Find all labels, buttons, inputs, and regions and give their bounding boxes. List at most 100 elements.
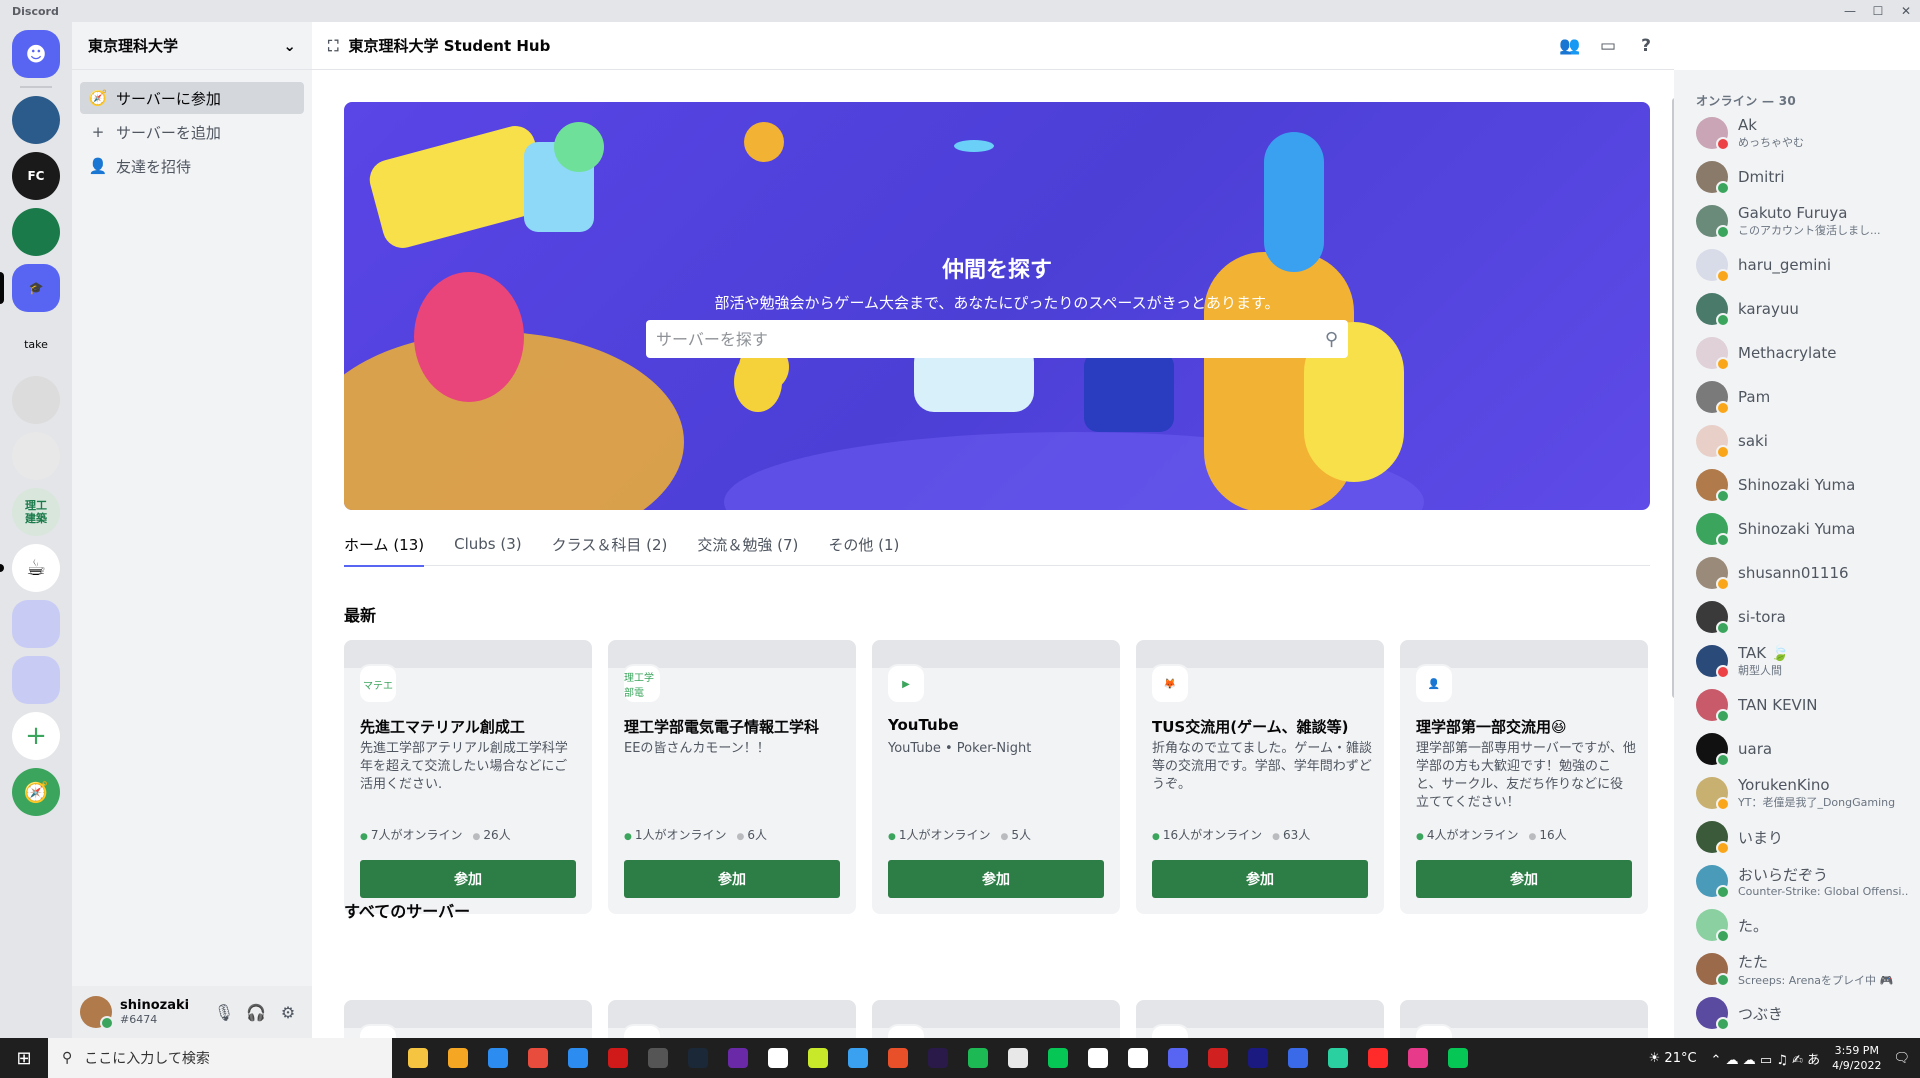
server-icon-server-fc[interactable]: FC	[12, 152, 60, 200]
nav-join-server[interactable]: 🧭 サーバーに参加	[80, 82, 304, 114]
taskbar-app-icon[interactable]	[878, 1038, 918, 1078]
search-icon[interactable]: ⚲	[1325, 329, 1338, 350]
member-item[interactable]: Ak めっちゃやむ	[1696, 111, 1912, 155]
taskbar-app-icon[interactable]	[558, 1038, 598, 1078]
tab-classes[interactable]: クラス＆科目 (2)	[552, 522, 668, 566]
avatar[interactable]	[80, 996, 114, 1030]
join-button[interactable]: 参加	[624, 860, 840, 898]
add-server-button[interactable]: +	[12, 712, 60, 760]
tab-social-study[interactable]: 交流＆勉強 (7)	[697, 522, 798, 566]
taskbar-app-icon[interactable]	[958, 1038, 998, 1078]
taskbar-app-icon[interactable]	[1158, 1038, 1198, 1078]
member-item[interactable]: shusann01116	[1696, 551, 1912, 595]
server-card[interactable]: 理工学部電理工学部電気電子情報工学科 EEの皆さんカモーン！！ 1人がオンライン 6人…	[608, 640, 856, 914]
member-item[interactable]: いまり	[1696, 815, 1912, 859]
help-icon[interactable]: ?	[1634, 34, 1658, 58]
gear-icon[interactable]: ⚙	[272, 1003, 304, 1022]
taskbar-app-icon[interactable]	[1318, 1038, 1358, 1078]
taskbar-app-icon[interactable]	[1358, 1038, 1398, 1078]
taskbar-app-icon[interactable]	[918, 1038, 958, 1078]
server-card[interactable]: マテエ 先進工マテリアル創成工 先進工学部アテリアル創成工学科学年を超えて交流したい…	[344, 640, 592, 914]
taskbar-app-icon[interactable]	[398, 1038, 438, 1078]
member-item[interactable]: TAK 🍃 朝型人間	[1696, 639, 1912, 683]
headphones-icon[interactable]: 🎧	[240, 1003, 272, 1022]
member-item[interactable]: た。	[1696, 903, 1912, 947]
server-card[interactable]	[872, 1000, 1120, 1038]
server-icon-server-tus[interactable]: 🎓	[0, 264, 60, 312]
server-icon-server-8[interactable]	[12, 432, 60, 480]
member-item[interactable]: YorukenKino YT：老僮是我了_DongGaming	[1696, 771, 1912, 815]
taskbar-app-icon[interactable]	[1198, 1038, 1238, 1078]
inbox-icon[interactable]: ▭	[1596, 34, 1620, 58]
maximize-icon[interactable]: ☐	[1864, 0, 1892, 22]
nav-invite-friends[interactable]: 👤 友達を招待	[80, 150, 304, 182]
members-icon[interactable]: 👥	[1558, 34, 1582, 58]
server-card[interactable]: 🦊 TUS交流用(ゲーム、雑談等) 折角なので立てました。ゲーム・雑談等の交流用です…	[1136, 640, 1384, 914]
tab-home[interactable]: ホーム (13)	[344, 522, 425, 567]
member-item[interactable]: si-tora	[1696, 595, 1912, 639]
taskbar-app-icon[interactable]	[1078, 1038, 1118, 1078]
server-icon-server-take[interactable]: take	[12, 320, 60, 368]
server-card[interactable]: ▶ YouTube YouTube • Poker-Night 1人がオンライン 5人参…	[872, 640, 1120, 914]
taskbar-app-icon[interactable]	[1118, 1038, 1158, 1078]
taskbar-app-icon[interactable]	[718, 1038, 758, 1078]
server-card[interactable]	[1400, 1000, 1648, 1038]
tab-other[interactable]: その他 (1)	[828, 522, 899, 566]
server-icon-folder-1[interactable]	[12, 600, 60, 648]
taskbar-app-icon[interactable]	[598, 1038, 638, 1078]
minimize-icon[interactable]: —	[1836, 0, 1864, 22]
member-item[interactable]: Pam	[1696, 375, 1912, 419]
close-icon[interactable]: ✕	[1892, 0, 1920, 22]
microphone-icon[interactable]: 🎙	[208, 1003, 240, 1022]
server-icon-server-riko[interactable]: 理工建築	[12, 488, 60, 536]
taskbar-app-icon[interactable]	[758, 1038, 798, 1078]
join-button[interactable]: 参加	[1416, 860, 1632, 898]
tray-icons[interactable]: ⌃ ☁ ☁ ▭ ♫ ✍ あ	[1711, 1049, 1821, 1068]
tab-clubs[interactable]: Clubs (3)	[454, 522, 522, 566]
server-icon-server-7[interactable]	[12, 376, 60, 424]
join-button[interactable]: 参加	[360, 860, 576, 898]
server-card[interactable]	[608, 1000, 856, 1038]
server-card[interactable]: 👤 理学部第一部交流用😆 理学部第一部専用サーバーですが、他学部の方も大歓迎です！勉…	[1400, 640, 1648, 914]
windows-start-icon[interactable]: ⊞	[0, 1048, 48, 1069]
clock[interactable]: 3:59 PM 4/9/2022	[1832, 1043, 1881, 1073]
member-item[interactable]: TAN KEVIN	[1696, 683, 1912, 727]
member-item[interactable]: Methacrylate	[1696, 331, 1912, 375]
server-icon-server-coffee[interactable]: ☕	[0, 544, 60, 592]
member-item[interactable]: Shinozaki Yuma	[1696, 507, 1912, 551]
member-item[interactable]: uara	[1696, 727, 1912, 771]
server-card[interactable]: 理工	[344, 1000, 592, 1038]
member-item[interactable]: haru_gemini	[1696, 243, 1912, 287]
server-search-input[interactable]	[656, 329, 1325, 349]
taskbar-app-icon[interactable]	[478, 1038, 518, 1078]
member-item[interactable]: つぶき	[1696, 991, 1912, 1035]
taskbar-app-icon[interactable]	[518, 1038, 558, 1078]
taskbar-app-icon[interactable]	[1398, 1038, 1438, 1078]
server-card[interactable]: T	[1136, 1000, 1384, 1038]
taskbar-app-icon[interactable]	[438, 1038, 478, 1078]
join-button[interactable]: 参加	[888, 860, 1104, 898]
server-icon-folder-2[interactable]	[12, 656, 60, 704]
taskbar-app-icon[interactable]	[1438, 1038, 1478, 1078]
member-item[interactable]: Dmitri	[1696, 155, 1912, 199]
member-item[interactable]: おいらだぞう Counter-Strike: Global Offensi...	[1696, 859, 1912, 903]
taskbar-app-icon[interactable]	[1038, 1038, 1078, 1078]
server-icon-home[interactable]: ☻	[12, 30, 60, 78]
server-icon-server-1[interactable]	[12, 96, 60, 144]
taskbar-app-icon[interactable]	[638, 1038, 678, 1078]
taskbar-app-icon[interactable]	[798, 1038, 838, 1078]
taskbar-search[interactable]: ⚲ ここに入力して検索	[48, 1038, 392, 1078]
taskbar-app-icon[interactable]	[838, 1038, 878, 1078]
explore-servers-button[interactable]: 🧭	[12, 768, 60, 816]
nav-add-server[interactable]: + サーバーを追加	[80, 116, 304, 148]
taskbar-app-icon[interactable]	[678, 1038, 718, 1078]
member-item[interactable]: saki	[1696, 419, 1912, 463]
member-item[interactable]: karayuu	[1696, 287, 1912, 331]
member-item[interactable]: たた Screeps: Arenaをプレイ中 🎮	[1696, 947, 1912, 991]
taskbar-app-icon[interactable]	[1238, 1038, 1278, 1078]
guild-header[interactable]: 東京理科大学 ⌄	[72, 22, 312, 70]
server-icon-server-3[interactable]	[12, 208, 60, 256]
member-item[interactable]: Shinozaki Yuma	[1696, 463, 1912, 507]
notification-icon[interactable]: 🗨	[1893, 1051, 1910, 1066]
weather-widget[interactable]: ☀ 21°C	[1649, 1051, 1697, 1066]
